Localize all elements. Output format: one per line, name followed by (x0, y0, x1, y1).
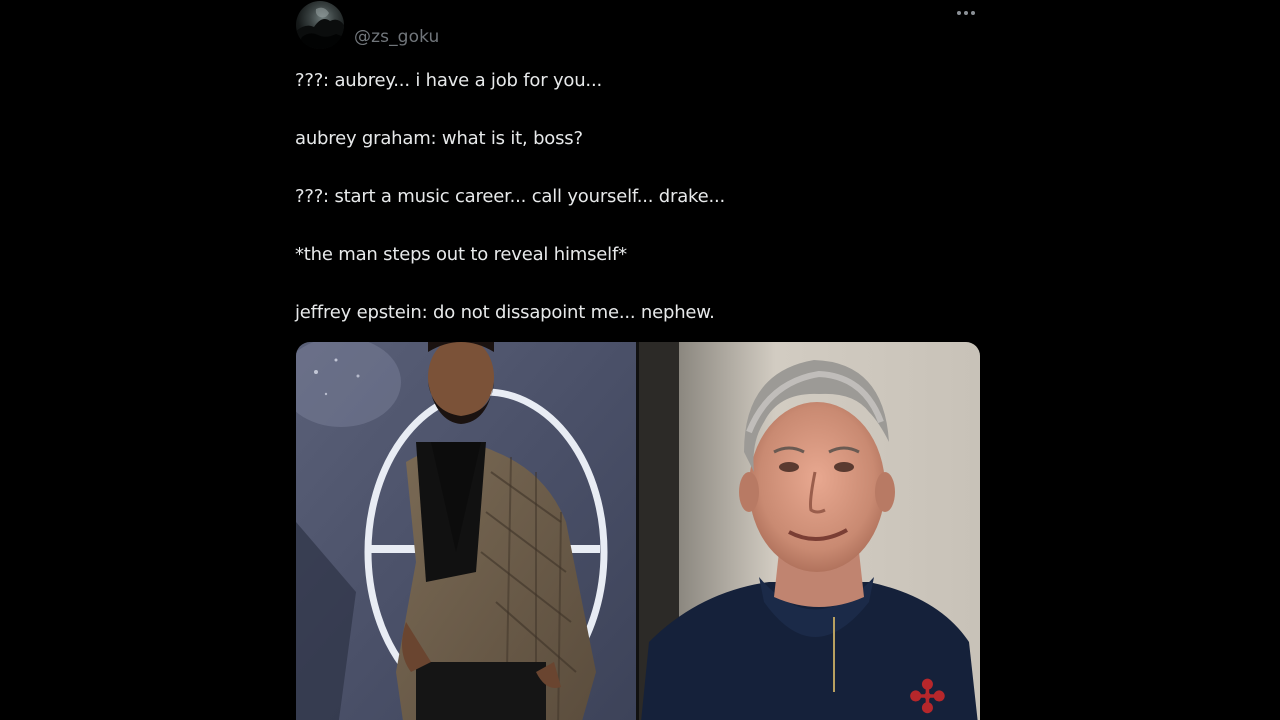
user-handle[interactable]: @zs_goku (354, 27, 439, 47)
tweet-header: @zs_goku (295, 0, 985, 56)
tweet-text-line: aubrey graham: what is it, boss? (295, 128, 583, 149)
tweet-media-grid: ✣ (296, 342, 980, 720)
page: @zs_goku ???: aubrey... i have a job for… (0, 0, 1280, 720)
media-photo-2[interactable]: ✣ (639, 342, 980, 720)
avatar[interactable] (296, 1, 344, 49)
tweet-text-line: *the man steps out to reveal himself* (295, 244, 627, 265)
media-photo-1[interactable] (296, 342, 636, 720)
svg-text:✣: ✣ (909, 672, 946, 720)
tweet-text-line: jeffrey epstein: do not dissapoint me...… (295, 302, 715, 323)
more-horizontal-icon[interactable] (957, 2, 981, 22)
tweet: @zs_goku ???: aubrey... i have a job for… (295, 0, 985, 720)
tweet-text-line: ???: aubrey... i have a job for you... (295, 70, 602, 91)
tweet-text-line: ???: start a music career... call yourse… (295, 186, 726, 207)
